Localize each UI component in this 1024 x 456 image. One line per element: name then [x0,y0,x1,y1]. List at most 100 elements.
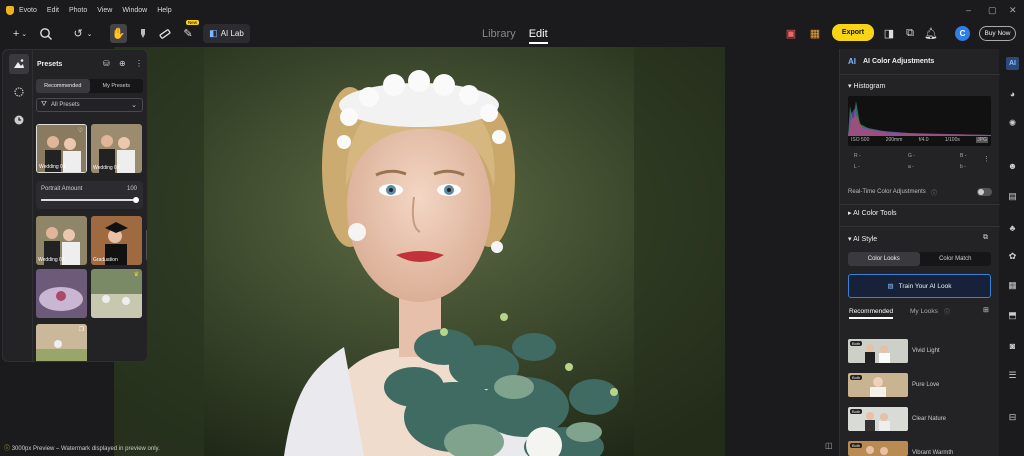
more-icon[interactable]: ⋮ [135,59,143,68]
panel-divider [32,50,33,361]
crown-icon: ♛ [133,272,139,278]
menu-edit[interactable]: Edit [47,7,59,14]
info-icon[interactable]: ⓘ [931,188,937,197]
preset-thumb-wedding-03[interactable]: Wedding 03 [36,216,87,265]
history-tab-icon[interactable] [9,110,29,130]
maximize-icon[interactable]: ▢ [988,5,997,16]
tab-recommended[interactable]: Recommended [36,79,90,93]
promo-icon[interactable]: ▦ [807,24,823,43]
look-label: Vivid Light [912,348,940,354]
export-panel-icon[interactable]: ⊟ [1006,411,1019,424]
preset-thumb-wedding-01[interactable]: Wedding 01 ♡ [36,124,87,173]
avatar[interactable]: C [955,26,970,41]
minimize-icon[interactable]: – [966,5,971,15]
presets-scrollbar[interactable] [146,230,147,260]
camera-icon[interactable]: ◙ [1006,339,1019,352]
ai-color-tool-icon[interactable]: AI [1006,57,1019,70]
preset-thumb-wedding-02[interactable]: Wedding 02 [91,124,142,173]
menu-bar: Evoto Edit Photo View Window Help [0,0,1024,20]
favorite-icon[interactable]: ♡ [78,127,83,134]
lab-b: b - [960,164,966,170]
split-view-icon[interactable]: ◫ [825,441,833,450]
ai-color-panel: AI AI Color Adjustments ▾ Histogram ISO … [839,49,1000,456]
ai-style-header[interactable]: ▾ AI Style [848,235,877,243]
eraser-icon[interactable] [158,24,172,43]
tab-edit[interactable]: Edit [528,28,548,44]
preset-thumb-6[interactable]: ♛ [91,269,142,318]
pet-icon[interactable]: ✿ [1006,250,1019,263]
clothing-icon[interactable]: ♣ [1006,221,1019,234]
presets-tab-icon[interactable] [9,54,29,74]
palette-icon[interactable]: ◕ [1006,87,1019,100]
preset-filter-select[interactable]: ⛛ All Presets ⌄ [36,98,143,112]
add-preset-icon[interactable]: ⊕ [119,59,126,68]
look-thumb-vivid-light[interactable]: Both [848,339,908,363]
tab-color-looks[interactable]: Color Looks [848,252,920,266]
exif-shutter: 1/100s [944,137,960,143]
sun-icon[interactable]: ✺ [1006,117,1019,130]
save-preset-icon[interactable]: ⛁ [103,59,110,68]
ai-lab-button[interactable]: ◧ AI Lab [203,24,250,43]
menu-window[interactable]: Window [122,7,147,14]
search-icon[interactable] [38,24,54,43]
frame-icon[interactable]: ▦ [1006,279,1019,292]
menu-help[interactable]: Help [157,7,171,14]
preset-thumb-graduation[interactable]: Graduation [91,216,142,265]
look-thumb-vibrant-warmth[interactable]: Both [848,441,908,456]
histogram-header[interactable]: ▾ Histogram [848,82,885,90]
more-icon[interactable]: ⋮ [983,155,990,163]
look-label: Clear Nature [912,416,947,422]
background-icon[interactable]: ▤ [1006,190,1019,203]
gift-icon[interactable]: ▣ [784,24,798,43]
hand-tool-icon[interactable]: ✋ [110,24,127,43]
look-thumb-clear-nature[interactable]: Both [848,407,908,431]
undo-icon[interactable]: ↺ ⌄ [68,24,98,43]
divider [840,74,1000,75]
face-icon[interactable]: ☻ [1006,159,1019,172]
adjust-tab-icon[interactable] [9,82,29,102]
grid-view-icon[interactable]: ⊞ [983,306,989,314]
realtime-toggle[interactable] [977,188,992,196]
brush-icon[interactable] [136,24,150,43]
both-badge: Both [850,409,863,414]
compare-icon[interactable]: ◨ [883,24,895,43]
layers-icon[interactable]: ☰ [1006,369,1019,382]
ai-lab-label: AI Lab [220,29,244,38]
portrait-amount-track[interactable] [41,197,139,203]
menu-view[interactable]: View [97,7,112,14]
portrait-amount-card: Portrait Amount 100 [36,181,143,209]
status-text: 3000px Preview – Watermark displayed in … [11,446,160,452]
export-button[interactable]: Export [832,24,874,41]
retouch-tool-icon[interactable]: ✎ New [180,20,200,43]
add-icon[interactable]: + ⌄ [8,24,32,43]
copy-icon: ❐ [78,327,84,333]
tab-library[interactable]: Library [482,28,516,40]
ai-style-title: AI Style [853,236,878,243]
menu-photo[interactable]: Photo [69,7,87,14]
tab-color-match[interactable]: Color Match [920,252,992,266]
info-icon[interactable]: ⓘ [944,307,950,316]
photo-canvas[interactable] [114,47,725,456]
ai-color-icon: AI [848,57,856,66]
menu-app[interactable]: Evoto [19,7,37,14]
exif-focal: 200mm [885,137,903,143]
preset-thumb-7[interactable]: ❐ [36,324,87,361]
tab-my-presets[interactable]: My Presets [90,79,144,93]
look-thumb-pure-love[interactable]: Both [848,373,908,397]
look-label: Vibrant Warmth [912,450,954,456]
tag-icon[interactable]: ⬒ [1006,309,1019,322]
presets-title: Presets [37,61,63,68]
preset-thumb-5[interactable] [36,269,87,318]
bell-icon[interactable]: 🔔︎ [924,24,938,43]
tab-my-looks[interactable]: My Looks [910,308,938,315]
chevron-down-icon: ⌄ [131,102,137,109]
style-settings-icon[interactable]: ⧉ [983,234,988,242]
color-tools-header[interactable]: ▸ AI Color Tools [848,209,897,217]
tab-recommended-looks[interactable]: Recommended [849,308,894,319]
buy-now-button[interactable]: Buy Now [979,26,1016,41]
portrait-amount-handle[interactable] [133,197,139,203]
image-icon: ▨ [887,283,894,290]
train-ai-look-button[interactable]: ▨ Train Your AI Look [848,274,991,298]
close-icon[interactable]: ✕ [1009,5,1017,16]
batch-icon[interactable]: ⧉ [904,24,916,43]
